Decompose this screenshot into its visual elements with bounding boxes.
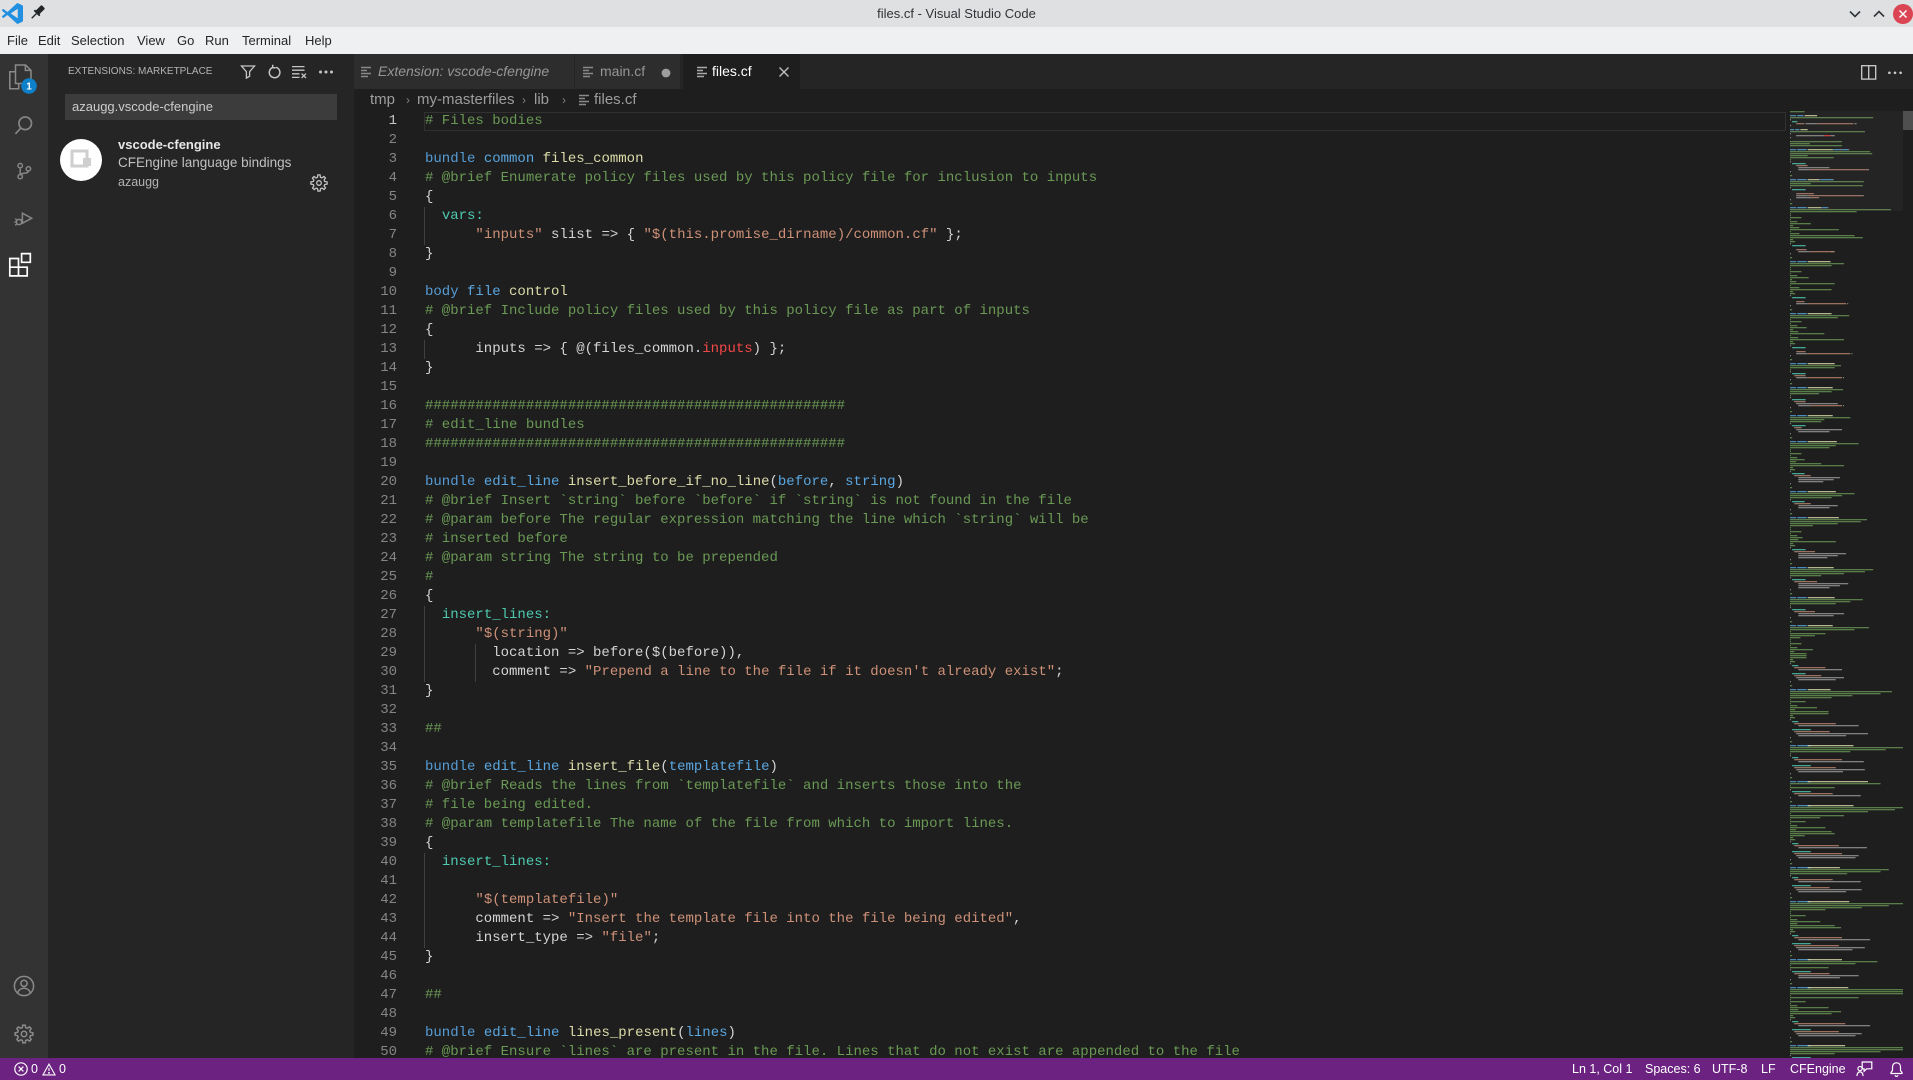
svg-text:1: 1 [26, 82, 32, 93]
